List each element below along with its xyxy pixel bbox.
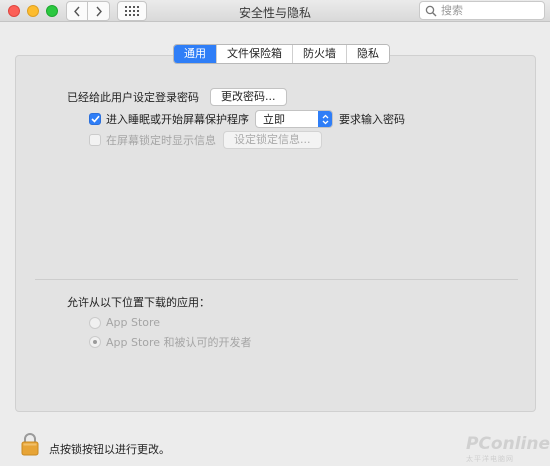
password-row: 已经给此用户设定登录密码 更改密码... — [67, 88, 287, 106]
lock-message-row: 在屏幕锁定时显示信息 设定锁定信息... — [89, 131, 322, 149]
sleep-checkbox-label: 进入睡眠或开始屏幕保护程序 — [106, 113, 249, 126]
sleep-password-row: 进入睡眠或开始屏幕保护程序 立即 要求输入密码 — [89, 110, 405, 128]
radio-identified[interactable] — [89, 336, 101, 348]
require-password-select[interactable]: 立即 — [255, 110, 333, 128]
radio-identified-label: App Store 和被认可的开发者 — [106, 336, 252, 349]
lock-icon[interactable] — [21, 432, 39, 456]
watermark: PConline 太平洋电脑网 — [466, 434, 550, 466]
password-label: 已经给此用户设定登录密码 — [67, 91, 199, 104]
set-lock-message-button[interactable]: 设定锁定信息... — [223, 131, 322, 149]
download-option-appstore[interactable]: App Store — [89, 316, 160, 329]
watermark-brand: PConline — [466, 434, 550, 454]
radio-appstore[interactable] — [89, 316, 101, 329]
require-password-label: 要求输入密码 — [339, 113, 405, 126]
downloads-heading-row: 允许从以下位置下载的应用： — [67, 294, 210, 310]
select-arrows-icon — [318, 111, 332, 127]
lock-message-checkbox[interactable] — [89, 134, 101, 146]
downloads-heading: 允许从以下位置下载的应用： — [67, 296, 210, 309]
preferences-window: 安全性与隐私 通用 文件保险箱 防火墙 隐私 已经给此用户设定登录密码 更改密码… — [0, 0, 550, 466]
sleep-checkbox[interactable] — [89, 113, 101, 125]
title-bar: 安全性与隐私 — [0, 0, 550, 22]
search-icon — [425, 5, 437, 16]
require-password-select-value: 立即 — [263, 113, 285, 126]
tab-bar: 通用 文件保险箱 防火墙 隐私 — [173, 44, 390, 64]
tab-general[interactable]: 通用 — [174, 45, 216, 63]
change-password-button[interactable]: 更改密码... — [210, 88, 287, 106]
tab-firewall[interactable]: 防火墙 — [292, 45, 346, 63]
checkmark-icon — [90, 115, 100, 123]
watermark-sub: 太平洋电脑网 — [466, 455, 514, 463]
radio-appstore-label: App Store — [106, 316, 161, 329]
lock-message-label: 在屏幕锁定时显示信息 — [106, 134, 216, 147]
search-input[interactable] — [441, 4, 536, 17]
general-panel: 已经给此用户设定登录密码 更改密码... 进入睡眠或开始屏幕保护程序 立即 要求… — [15, 55, 536, 412]
lock-instruction: 点按锁按钮以进行更改。 — [49, 443, 170, 456]
search-field[interactable] — [419, 1, 545, 20]
tab-filevault[interactable]: 文件保险箱 — [216, 45, 292, 63]
tab-privacy[interactable]: 隐私 — [346, 45, 389, 63]
section-divider — [35, 279, 518, 280]
download-option-identified[interactable]: App Store 和被认可的开发者 — [89, 334, 252, 350]
